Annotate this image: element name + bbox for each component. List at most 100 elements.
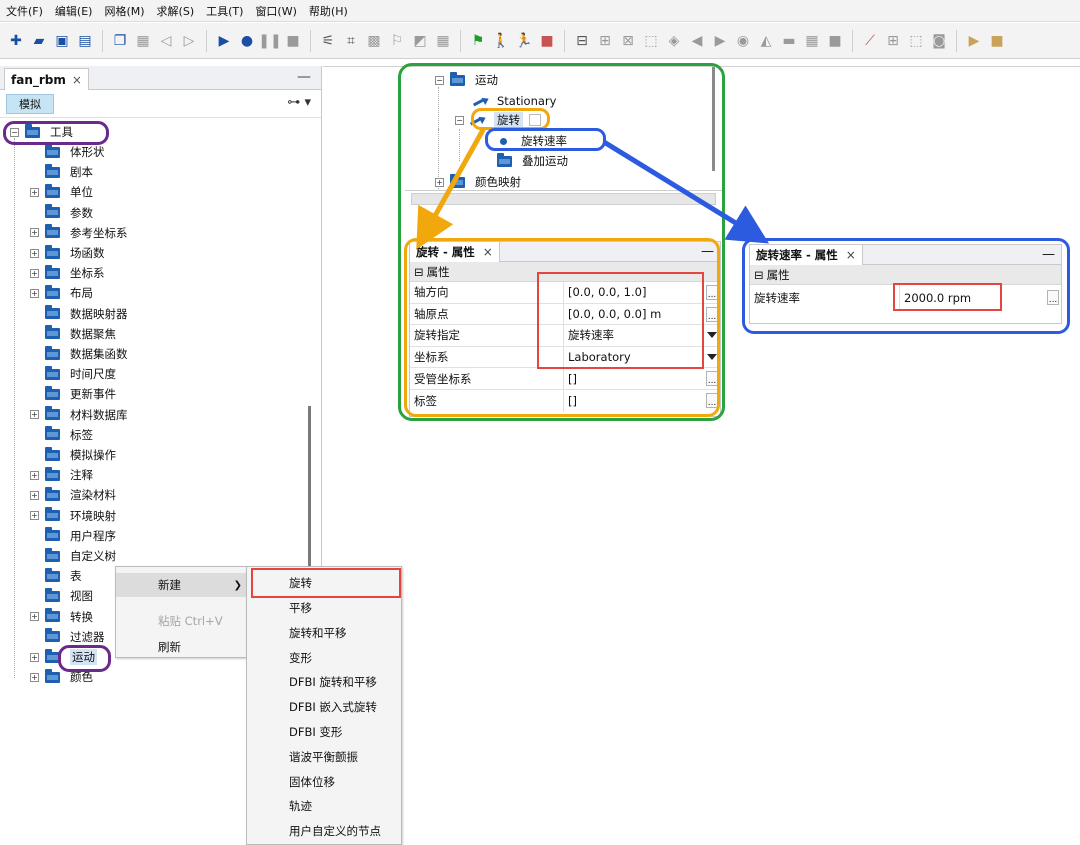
tree-node[interactable]: + 运动 (30, 647, 97, 667)
rotation-rate-value[interactable]: 2000.0 rpm (900, 285, 1061, 311)
collapse-icon[interactable]: − (10, 127, 19, 137)
window-icon[interactable]: ⬚ (906, 31, 926, 51)
expand-icon[interactable]: + (30, 187, 39, 197)
tree-node[interactable]: 体形状 (30, 142, 105, 162)
minimize-icon[interactable]: — (701, 244, 714, 259)
tree-node[interactable]: + 场函数 (30, 243, 105, 263)
dropdown-arrow-icon[interactable] (707, 332, 717, 339)
tree-node[interactable]: + 渲染材料 (30, 485, 116, 505)
close-icon[interactable]: × (846, 248, 856, 262)
save-icon[interactable]: ▣ (52, 31, 72, 51)
tree-node[interactable]: 模拟操作 (30, 445, 116, 465)
expand-icon[interactable]: + (30, 228, 39, 238)
close-icon[interactable]: × (483, 245, 493, 259)
box-icon[interactable]: ■ (825, 31, 845, 51)
tree-node-rotation-rate[interactable]: 旋转速率 (497, 131, 567, 151)
flag-outline-icon[interactable]: ⚐ (387, 31, 407, 51)
expand-icon[interactable]: + (30, 672, 39, 682)
plot-icon[interactable]: ⟋ (860, 31, 880, 51)
tree-node[interactable]: 用户程序 (30, 526, 116, 546)
horizontal-scrollbar[interactable] (411, 193, 716, 205)
grid-view-icon[interactable]: ▦ (802, 31, 822, 51)
tree-node[interactable]: + 环境映射 (30, 506, 116, 526)
run-person-icon[interactable]: 🏃 (514, 31, 534, 51)
arrow-right-icon[interactable]: ▶ (710, 31, 730, 51)
camera-icon[interactable]: ◙ (929, 31, 949, 51)
tree-node[interactable]: 更新事件 (30, 384, 116, 404)
tree-node-stationary[interactable]: Stationary (473, 91, 556, 111)
menu-item-motion-type[interactable]: 旋转和平移 (247, 621, 403, 646)
back-icon[interactable]: ◁ (156, 31, 176, 51)
mesh-tool-icon[interactable]: ⚟ (318, 31, 338, 51)
menu-item-motion-type[interactable]: DFBI 变形 (247, 720, 403, 745)
menu-item-refresh[interactable]: 刷新 (116, 635, 248, 659)
property-value[interactable]: [] (564, 390, 720, 412)
tab-simulation[interactable]: 模拟 (6, 94, 54, 114)
arrow-left-icon[interactable]: ◀ (687, 31, 707, 51)
expand-icon[interactable]: + (30, 511, 39, 521)
tree-node[interactable]: + 转换 (30, 607, 93, 627)
tree-node[interactable]: + 单位 (30, 182, 93, 202)
property-value[interactable]: [] (564, 368, 720, 389)
red-stop-icon[interactable]: ■ (537, 31, 557, 51)
ellipsis-button[interactable]: ... (706, 392, 718, 408)
scene-icon[interactable]: ⊟ (572, 31, 592, 51)
play-amber-icon[interactable]: ▶ (964, 31, 984, 51)
step-icon[interactable]: ● (237, 31, 257, 51)
probe-icon[interactable]: ◈ (664, 31, 684, 51)
walk-icon[interactable]: 🚶 (491, 31, 511, 51)
property-value[interactable]: 旋转速率 (564, 325, 720, 346)
expand-icon[interactable]: + (30, 490, 39, 500)
tree-node[interactable]: 数据聚焦 (30, 324, 116, 344)
tab-rotation-rate-properties[interactable]: 旋转速率 - 属性 × (750, 245, 863, 265)
tree-node[interactable]: 数据集函数 (30, 344, 128, 364)
tree-node[interactable]: 视图 (30, 586, 93, 606)
menu-item-new[interactable]: 新建 ❯ (116, 573, 248, 597)
tab-fan-rbm[interactable]: fan_rbm × (4, 68, 89, 90)
tree-node[interactable]: + 参考坐标系 (30, 223, 128, 243)
tree-node[interactable]: 数据映射器 (30, 304, 128, 324)
tree-node-motion[interactable]: − 运动 (435, 70, 498, 90)
tree-node[interactable]: 表 (30, 566, 82, 586)
grid-tool-icon[interactable]: ⌗ (341, 31, 361, 51)
menu-mesh[interactable]: 网格(M) (104, 3, 144, 19)
menu-item-paste[interactable]: 粘贴 Ctrl+V (116, 609, 248, 633)
ellipsis-button[interactable]: ... (706, 306, 718, 322)
geometry-icon[interactable]: ◩ (410, 31, 430, 51)
tree-node[interactable]: + 颜色 (30, 667, 93, 687)
property-row[interactable]: 旋转指定 旋转速率 (410, 325, 720, 347)
property-value[interactable]: [0.0, 0.0, 1.0] (564, 282, 720, 303)
tree-node[interactable]: + 注释 (30, 465, 93, 485)
green-flag-icon[interactable]: ⚑ (468, 31, 488, 51)
property-row[interactable]: 坐标系 Laboratory (410, 346, 720, 369)
sphere-icon[interactable]: ◉ (733, 31, 753, 51)
tab-rotation-properties[interactable]: 旋转 - 属性 × (410, 242, 500, 262)
tree-options-icon[interactable]: ⊶ ▾ (287, 95, 311, 110)
property-row[interactable]: 旋转速率 2000.0 rpm ... (750, 285, 1061, 311)
tree-node-superposed-motion[interactable]: 叠加运动 (497, 151, 568, 171)
tree-node[interactable]: 标签 (30, 425, 93, 445)
menu-item-motion-type[interactable]: 固体位移 (247, 769, 403, 794)
tree-node[interactable]: + 材料数据库 (30, 405, 128, 425)
stop-amber-icon[interactable]: ■ (987, 31, 1007, 51)
layout-icon[interactable]: ⊞ (883, 31, 903, 51)
property-row[interactable]: 轴方向 [0.0, 0.0, 1.0] ... (410, 282, 720, 304)
tree-node-tools[interactable]: − 工具 (10, 122, 73, 142)
expand-icon[interactable]: + (30, 652, 39, 662)
menu-solve[interactable]: 求解(S) (157, 3, 195, 19)
properties-section[interactable]: ⊟ 属性 (410, 262, 720, 282)
expand-icon[interactable]: + (30, 268, 39, 278)
stop-icon[interactable]: ■ (283, 31, 303, 51)
minimize-icon[interactable]: — (1042, 247, 1055, 262)
tree-node[interactable]: 剧本 (30, 162, 93, 182)
pause-icon[interactable]: ❚❚ (258, 31, 281, 51)
expand-icon[interactable]: + (30, 470, 39, 480)
run-icon[interactable]: ▶ (214, 31, 234, 51)
view-icon[interactable]: ⊞ (595, 31, 615, 51)
collapse-icon[interactable]: − (435, 75, 444, 85)
menu-help[interactable]: 帮助(H) (309, 3, 348, 19)
collapse-icon[interactable]: ⊟ (414, 265, 424, 279)
menu-file[interactable]: 文件(F) (6, 3, 43, 19)
tree-node[interactable]: + 坐标系 (30, 263, 105, 283)
menu-item-motion-type[interactable]: 变形 (247, 645, 403, 670)
